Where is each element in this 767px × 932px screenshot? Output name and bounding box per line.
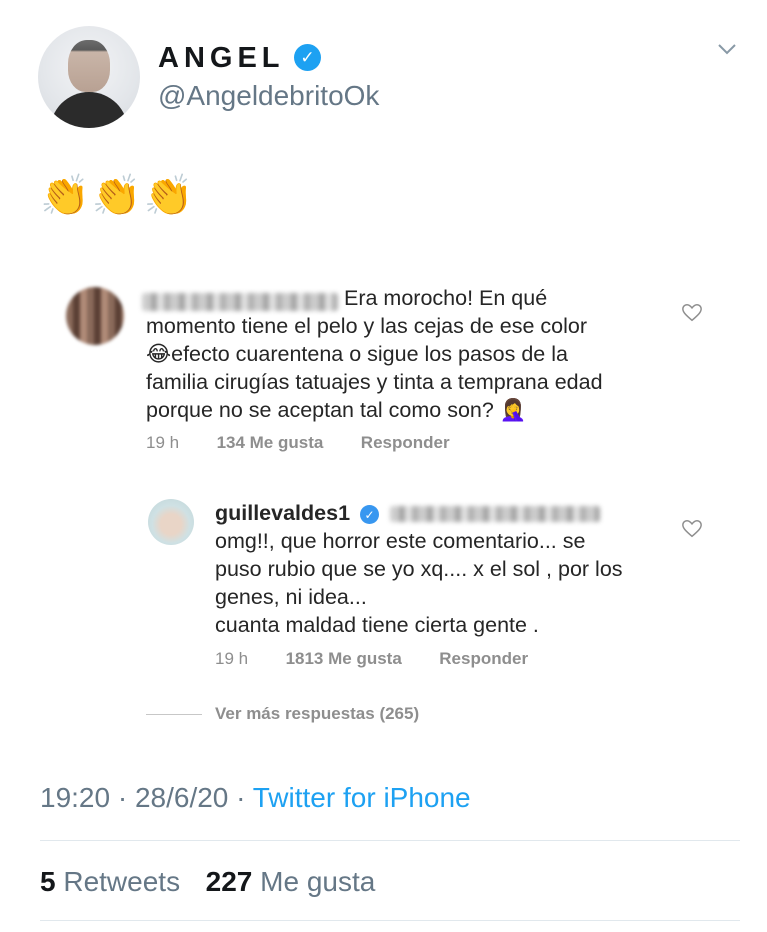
reply-meta: 19 h 1813 Me gusta Responder [215,649,528,669]
reply-line-3: genes, ni idea... [215,585,367,609]
retweets-label[interactable]: Retweets [63,866,180,897]
author-avatar[interactable] [38,26,140,128]
comment-reply-link: Responder [360,433,450,452]
comment-line-1: Era morocho! En qué [344,286,548,310]
reply-line-2: puso rubio que se yo xq.... x el sol , p… [215,557,623,581]
author-display-name[interactable]: ANGEL [158,42,285,75]
commenter-avatar-blurred [66,287,124,345]
blurred-username [142,293,338,311]
avatar-head [68,40,110,92]
likes-count[interactable]: 227 [206,866,253,897]
comment-line-3: 😂efecto cuarentena o sigue los pasos de … [146,342,568,366]
reply-line-4: cuanta maldad tiene cierta gente . [215,613,539,637]
reply-line-1: omg!!, que horror este comentario... se [215,529,586,553]
tweet-stats: 5 Retweets 227 Me gusta [40,866,375,898]
reply-avatar [148,499,194,545]
reply-reply-link: Responder [439,649,529,668]
reply-username: guillevaldes1 [215,501,351,525]
comment-line-4: familia cirugías tatuajes y tinta a temp… [146,370,603,394]
retweets-count[interactable]: 5 [40,866,56,897]
tweet-timestamp-row: 19:20 · 28/6/20 · Twitter for iPhone [40,782,471,814]
more-replies-line [146,714,202,715]
likes-label[interactable]: Me gusta [260,866,375,897]
tweet-text: 👏👏👏 [40,174,196,218]
author-handle[interactable]: @AngeldebritoOk [158,80,379,112]
avatar-shoulders [50,92,128,128]
reply-time: 19 h [215,649,249,668]
like-heart-icon [681,302,703,324]
reply-verified-icon: ✓ [360,505,379,524]
reply-likes: 1813 Me gusta [285,649,402,668]
reply-like-heart-icon [681,518,703,540]
tweet-source[interactable]: Twitter for iPhone [253,782,471,813]
blurred-mention [390,506,600,522]
tweet-timestamp[interactable]: 19:20 · 28/6/20 · [40,782,253,813]
chevron-down-icon[interactable] [716,38,738,60]
comment-line-2: momento tiene el pelo y las cejas de ese… [146,314,587,338]
comment-time: 19 h [146,433,180,452]
comment-meta: 19 h 134 Me gusta Responder [146,433,450,453]
divider [40,840,740,841]
divider-bottom [40,920,740,921]
comment-line-5: porque no se aceptan tal como son? 🤦‍♀️ [146,398,527,422]
verified-badge-icon: ✓ [294,44,321,71]
comment-likes: 134 Me gusta [216,433,324,452]
more-replies-link: Ver más respuestas (265) [215,704,420,723]
